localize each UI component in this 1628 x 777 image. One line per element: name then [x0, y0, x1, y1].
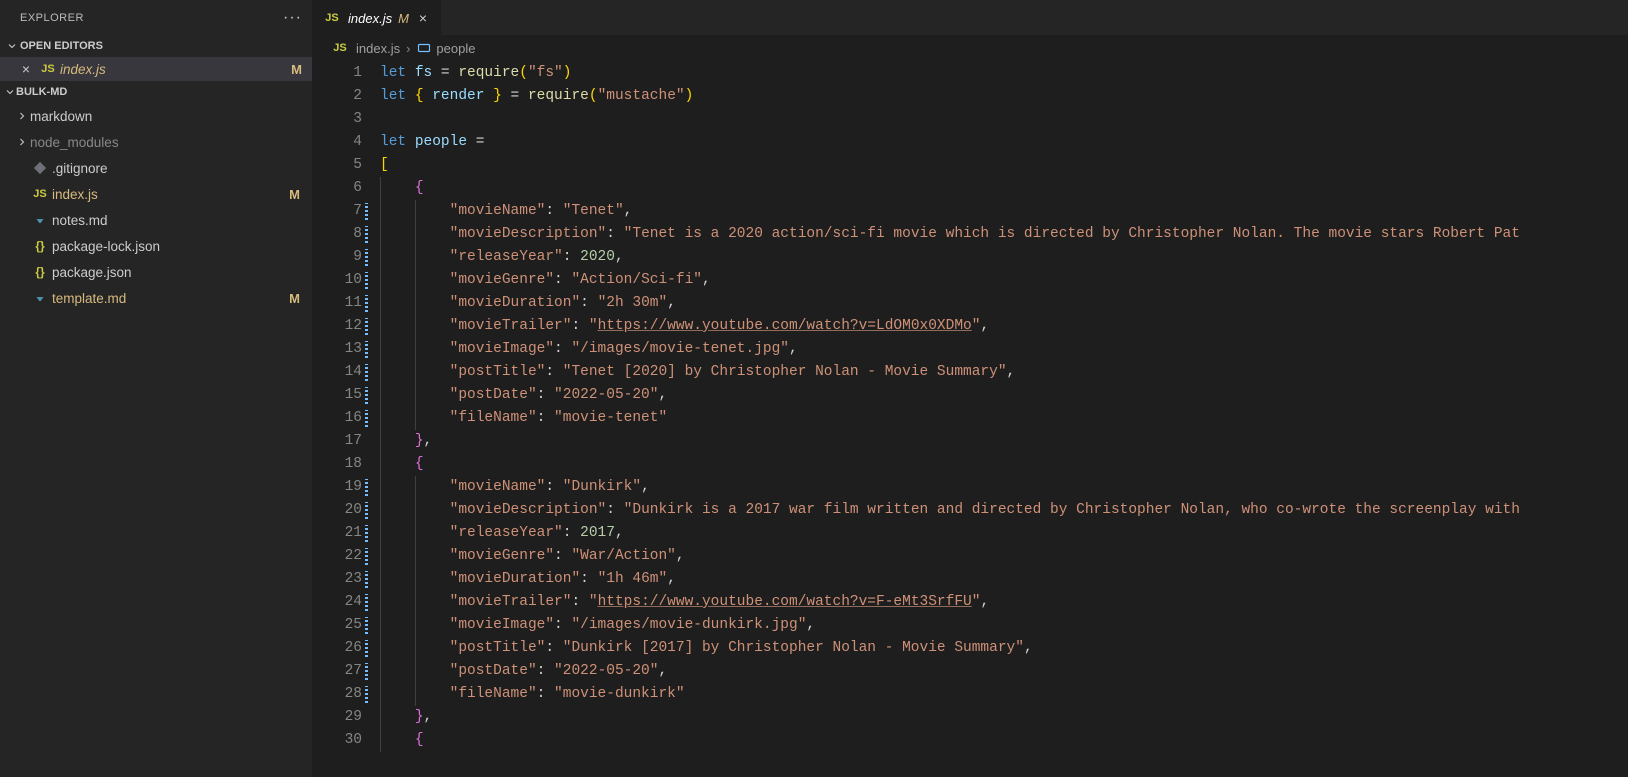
chevron-right-icon: ›: [406, 41, 410, 56]
file-name: notes.md: [52, 213, 300, 228]
project-label: BULK-MD: [16, 86, 67, 98]
open-editor-filename: index.js: [60, 62, 291, 77]
chevron-down-icon: [4, 86, 16, 98]
file-item[interactable]: template.mdM: [0, 285, 312, 311]
modified-badge: M: [289, 291, 300, 306]
chevron-right-icon: [14, 136, 30, 148]
file-name: .gitignore: [52, 161, 300, 176]
tab-bar: JS index.js M ×: [312, 0, 1628, 36]
file-item[interactable]: {}package.json: [0, 259, 312, 285]
tab-modified-badge: M: [398, 11, 409, 26]
code-editor[interactable]: 1234567891011121314151617181920212223242…: [312, 60, 1628, 777]
editor-area: JS index.js M × JS index.js › people 123…: [312, 0, 1628, 777]
js-file-icon: JS: [322, 12, 342, 24]
markdown-file-icon: [30, 291, 50, 305]
breadcrumb[interactable]: JS index.js › people: [312, 36, 1628, 60]
markdown-file-icon: [30, 213, 50, 227]
tab-index-js[interactable]: JS index.js M ×: [312, 0, 442, 36]
variable-icon: [416, 40, 432, 56]
breadcrumb-symbol[interactable]: people: [436, 41, 475, 56]
close-icon[interactable]: ×: [18, 61, 34, 77]
file-item[interactable]: .gitignore: [0, 155, 312, 181]
json-file-icon: {}: [30, 239, 50, 253]
modified-badge: M: [289, 187, 300, 202]
explorer-header: EXPLORER ···: [0, 0, 312, 35]
folder-name: markdown: [30, 109, 300, 124]
chevron-right-icon: [14, 110, 30, 122]
folder-item[interactable]: node_modules: [0, 129, 312, 155]
chevron-down-icon: [4, 40, 20, 52]
more-actions-icon[interactable]: ···: [283, 9, 302, 27]
folder-item[interactable]: markdown: [0, 103, 312, 129]
explorer-sidebar: EXPLORER ··· OPEN EDITORS × JS index.js …: [0, 0, 312, 777]
file-item[interactable]: notes.md: [0, 207, 312, 233]
code-content[interactable]: let fs = require("fs")let { render } = r…: [380, 60, 1628, 777]
file-item[interactable]: {}package-lock.json: [0, 233, 312, 259]
file-name: index.js: [52, 187, 289, 202]
file-name: package.json: [52, 265, 300, 280]
file-item[interactable]: JSindex.jsM: [0, 181, 312, 207]
file-name: package-lock.json: [52, 239, 300, 254]
close-icon[interactable]: ×: [419, 10, 427, 26]
tab-filename: index.js: [348, 11, 392, 26]
folder-name: node_modules: [30, 135, 300, 150]
open-editor-item[interactable]: × JS index.js M: [0, 57, 312, 81]
open-editors-label: OPEN EDITORS: [20, 40, 103, 52]
file-name: template.md: [52, 291, 289, 306]
breadcrumb-file[interactable]: index.js: [356, 41, 400, 56]
line-gutter: 1234567891011121314151617181920212223242…: [312, 60, 380, 777]
file-tree: markdownnode_modules.gitignoreJSindex.js…: [0, 103, 312, 311]
open-editors-header[interactable]: OPEN EDITORS: [0, 35, 312, 57]
git-file-icon: [30, 161, 50, 175]
js-file-icon: JS: [330, 42, 350, 54]
modified-badge: M: [291, 62, 302, 77]
json-file-icon: {}: [30, 265, 50, 279]
js-file-icon: JS: [30, 188, 50, 200]
explorer-title: EXPLORER: [20, 12, 84, 24]
js-file-icon: JS: [38, 63, 58, 75]
project-header[interactable]: BULK-MD: [0, 81, 312, 103]
